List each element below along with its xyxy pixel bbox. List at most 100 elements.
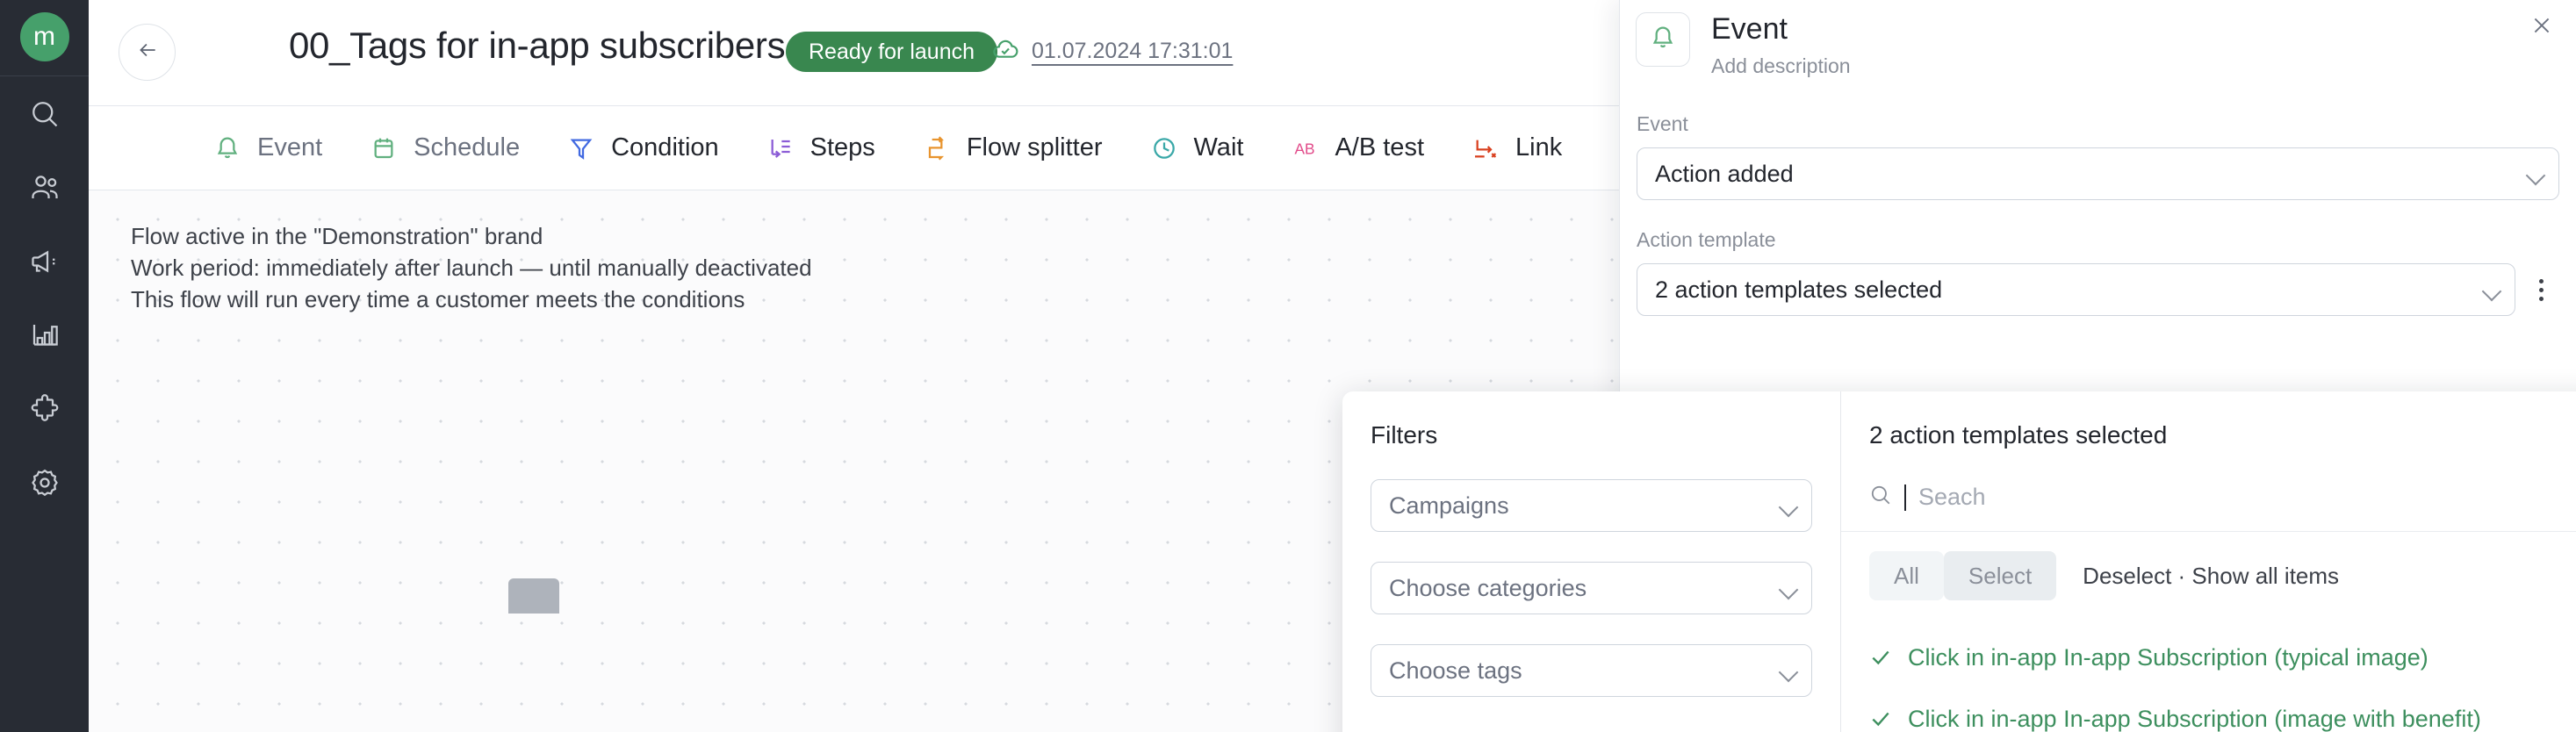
filter-tags-value: Choose tags — [1389, 657, 1522, 684]
panel-title: Event — [1711, 12, 1788, 46]
cloud-check-icon — [991, 35, 1019, 68]
back-button[interactable] — [119, 24, 176, 81]
check-icon — [1869, 707, 1892, 730]
dropdown-selection-column: 2 action templates selected Seach All Se… — [1841, 391, 2576, 732]
last-saved: 01.07.2024 17:31:01 — [991, 35, 1233, 68]
integrations-icon — [29, 393, 61, 429]
event-select-value: Action added — [1655, 160, 1794, 187]
funnel-icon — [565, 133, 597, 164]
search-icon — [1869, 484, 1892, 511]
tab-link[interactable]: Link — [1470, 133, 1562, 164]
template-search-row[interactable]: Seach — [1841, 463, 2576, 532]
check-icon — [1869, 646, 1892, 669]
arrow-left-icon — [136, 39, 159, 66]
sidebar-item-integrations[interactable] — [22, 391, 68, 431]
tab-event-label: Event — [257, 133, 323, 161]
panel-bell-icon-box — [1636, 12, 1690, 67]
search-icon — [29, 98, 61, 134]
deselect-show-all-hint[interactable]: Deselect · Show all items — [2083, 563, 2339, 590]
app-window: m 00_Tags for in-app subscribers Ready f… — [0, 0, 2576, 732]
list-item[interactable]: Click in in-app In-app Subscription (ima… — [1869, 692, 2576, 732]
action-template-more-button[interactable] — [2522, 263, 2559, 316]
list-item[interactable]: Click in in-app In-app Subscription (typ… — [1869, 630, 2576, 685]
split-icon — [921, 133, 953, 164]
filter-campaigns-select[interactable]: Campaigns — [1371, 479, 1812, 532]
tab-schedule-label: Schedule — [414, 133, 521, 161]
tab-wait[interactable]: Wait — [1148, 133, 1244, 164]
calendar-icon — [368, 133, 399, 164]
tab-flow-splitter[interactable]: Flow splitter — [921, 133, 1103, 164]
panel-header: Event Add description — [1620, 0, 2576, 104]
tab-link-label: Link — [1515, 133, 1563, 161]
flow-node[interactable] — [508, 578, 559, 614]
sidebar-item-audience[interactable] — [22, 169, 68, 210]
sidebar-item-analytics[interactable] — [22, 317, 68, 357]
svg-text:AB: AB — [1295, 140, 1315, 157]
bell-icon — [212, 133, 243, 164]
sidebar-divider — [0, 75, 89, 76]
select-button[interactable]: Select — [1943, 551, 2057, 600]
action-template-dropdown: Filters Campaigns Choose categories Choo… — [1342, 391, 2576, 732]
last-saved-timestamp[interactable]: 01.07.2024 17:31:01 — [1032, 39, 1233, 64]
all-button[interactable]: All — [1869, 551, 1944, 600]
filters-title: Filters — [1371, 421, 1438, 449]
page-title: 00_Tags for in-app subscribers — [289, 25, 786, 66]
tab-wait-label: Wait — [1193, 133, 1244, 161]
brand-logo[interactable]: m — [19, 12, 69, 61]
selection-actions: All Select Deselect · Show all items — [1841, 532, 2576, 600]
brand-logo-letter: m — [33, 22, 55, 51]
chevron-down-icon — [2481, 281, 2502, 302]
chevron-down-icon — [1778, 662, 1799, 683]
action-template-field-label: Action template — [1637, 228, 1776, 251]
flow-summary-line-2: Work period: immediately after launch — … — [131, 254, 812, 281]
steps-icon — [765, 133, 796, 164]
tab-schedule[interactable]: Schedule — [368, 133, 520, 164]
analytics-icon — [29, 319, 61, 355]
kebab-dot — [2538, 278, 2544, 283]
action-template-select[interactable]: 2 action templates selected — [1637, 263, 2515, 316]
search-input[interactable]: Seach — [1918, 484, 1986, 511]
kebab-dot — [2538, 296, 2544, 301]
audience-icon — [29, 172, 61, 208]
sidebar-item-search[interactable] — [22, 96, 68, 136]
template-option-list: Click in in-app In-app Subscription (typ… — [1841, 600, 2576, 732]
text-cursor — [1904, 484, 1906, 511]
tab-ab-test-label: A/B test — [1335, 133, 1424, 161]
tab-condition-label: Condition — [611, 133, 719, 161]
flow-summary-line-1: Flow active in the "Demonstration" brand — [131, 223, 543, 249]
dropdown-filters-column: Filters Campaigns Choose categories Choo… — [1342, 391, 1841, 732]
tab-flow-splitter-label: Flow splitter — [966, 133, 1103, 161]
filter-tags-select[interactable]: Choose tags — [1371, 644, 1812, 697]
status-badge: Ready for launch — [786, 32, 998, 72]
event-select[interactable]: Action added — [1637, 147, 2559, 200]
chevron-down-icon — [1778, 579, 1799, 600]
ab-test-icon: AB — [1289, 133, 1320, 164]
kebab-dot — [2538, 287, 2544, 292]
tab-event[interactable]: Event — [212, 133, 322, 164]
settings-icon — [29, 467, 61, 503]
tab-ab-test[interactable]: AB A/B test — [1289, 133, 1424, 164]
campaigns-icon — [29, 246, 61, 282]
tab-condition[interactable]: Condition — [565, 133, 719, 164]
event-field-label: Event — [1637, 112, 1688, 135]
exit-icon — [1470, 133, 1501, 164]
selection-count-title: 2 action templates selected — [1869, 421, 2168, 449]
flow-summary: Flow active in the "Demonstration" brand… — [131, 221, 812, 316]
chevron-down-icon — [2525, 165, 2546, 186]
sidebar-item-settings[interactable] — [22, 464, 68, 505]
filter-categories-value: Choose categories — [1389, 574, 1587, 601]
close-panel-button[interactable] — [2527, 12, 2557, 42]
tab-steps-label: Steps — [809, 133, 875, 161]
filter-campaigns-value: Campaigns — [1389, 492, 1509, 519]
list-item-label: Click in in-app In-app Subscription (typ… — [1908, 643, 2428, 671]
list-item-label: Click in in-app In-app Subscription (ima… — [1908, 705, 2481, 732]
chevron-down-icon — [1778, 497, 1799, 518]
close-icon — [2530, 14, 2553, 41]
sidebar-item-campaigns[interactable] — [22, 243, 68, 283]
bell-icon — [1649, 24, 1677, 56]
tab-steps[interactable]: Steps — [765, 133, 875, 164]
filter-categories-select[interactable]: Choose categories — [1371, 562, 1812, 614]
panel-description-placeholder[interactable]: Add description — [1711, 54, 1851, 78]
left-sidebar: m — [0, 0, 89, 732]
action-template-select-value: 2 action templates selected — [1655, 276, 1943, 303]
